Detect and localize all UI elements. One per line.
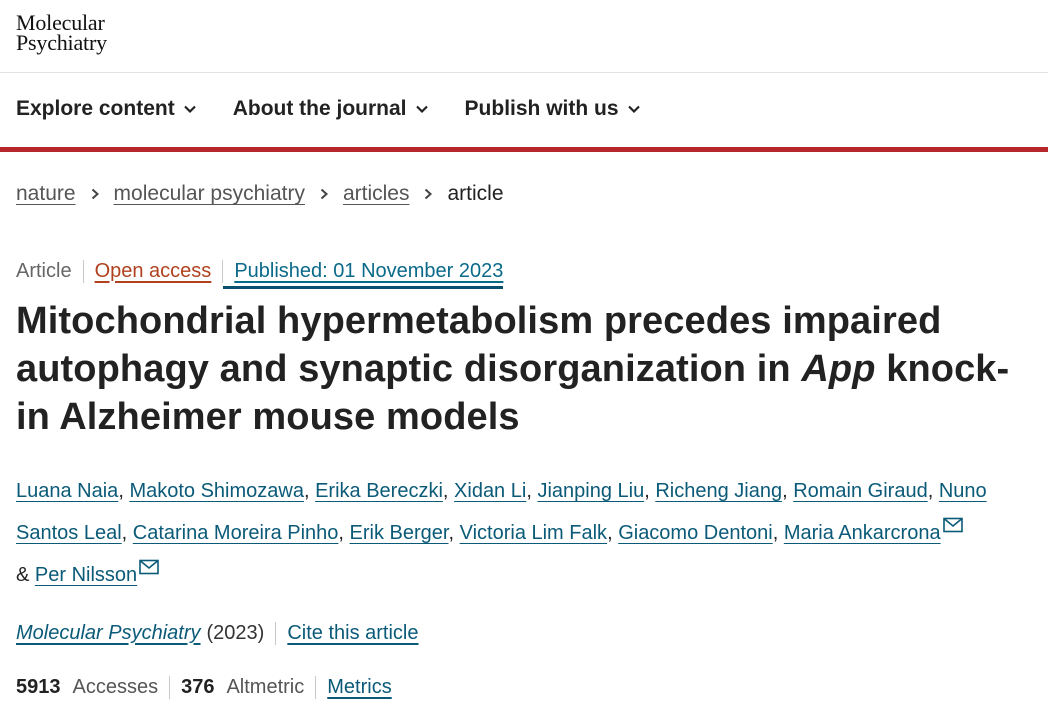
breadcrumb-current: article bbox=[447, 182, 504, 205]
logo-line-2: Psychiatry bbox=[16, 30, 107, 55]
altmetric-count: 376 bbox=[181, 675, 215, 698]
accesses-metric: 5913 Accesses bbox=[16, 675, 171, 699]
chevron-right-icon bbox=[425, 188, 433, 200]
breadcrumb-molecular-psychiatry[interactable]: molecular psychiatry bbox=[114, 182, 305, 206]
author-link[interactable]: Xidan Li bbox=[454, 480, 526, 502]
published-date-label: Published: 01 November 2023 bbox=[234, 259, 504, 282]
author-link[interactable]: Jianping Liu bbox=[537, 480, 644, 502]
nav-publish-with-us[interactable]: Publish with us bbox=[465, 97, 641, 121]
author-link[interactable]: Maria Ankarcrona bbox=[784, 522, 941, 544]
author-link[interactable]: Makoto Shimozawa bbox=[129, 480, 304, 502]
accesses-count: 5913 bbox=[16, 675, 61, 698]
article-type: Article bbox=[16, 259, 84, 283]
journal-info: Molecular Psychiatry (2023) Cite this ar… bbox=[16, 618, 418, 648]
breadcrumb-articles[interactable]: articles bbox=[343, 182, 410, 206]
author-link[interactable]: Romain Giraud bbox=[793, 480, 928, 502]
journal-logo[interactable]: Molecular Psychiatry bbox=[16, 12, 107, 55]
chevron-down-icon bbox=[415, 105, 428, 114]
author-link[interactable]: Erik Berger bbox=[350, 522, 449, 544]
author-link[interactable]: Victoria Lim Falk bbox=[460, 522, 607, 544]
nav-explore-content-label: Explore content bbox=[16, 97, 175, 120]
author-link[interactable]: Catarina Moreira Pinho bbox=[133, 522, 339, 544]
author-link[interactable]: Luana Naia bbox=[16, 480, 118, 502]
authors-joiner: & bbox=[16, 564, 30, 586]
main-nav: Explore content About the journal Publis… bbox=[16, 97, 677, 121]
altmetric-label: Altmetric bbox=[226, 675, 305, 698]
published-date-link[interactable]: Published: 01 November 2023 bbox=[223, 259, 504, 289]
chevron-right-icon bbox=[91, 188, 99, 200]
metrics-link[interactable]: Metrics bbox=[327, 676, 391, 699]
nav-about-journal-label: About the journal bbox=[232, 97, 407, 120]
article-metrics: 5913 Accesses 376 Altmetric Metrics bbox=[16, 672, 392, 702]
chevron-down-icon bbox=[183, 105, 196, 114]
accesses-label: Accesses bbox=[72, 675, 159, 698]
journal-name-link[interactable]: Molecular Psychiatry bbox=[16, 622, 201, 645]
title-gene-name: App bbox=[801, 348, 876, 390]
accent-rule bbox=[0, 147, 1048, 152]
article-title: Mitochondrial hypermetabolism precedes i… bbox=[16, 297, 1026, 441]
published-underline-bar bbox=[223, 285, 504, 289]
nav-about-journal[interactable]: About the journal bbox=[233, 97, 429, 121]
journal-year: (2023) bbox=[207, 621, 277, 645]
article-meta: Article Open access Published: 01 Novemb… bbox=[16, 256, 504, 289]
author-link[interactable]: Erika Bereczki bbox=[315, 480, 443, 502]
email-icon[interactable] bbox=[942, 517, 963, 533]
author-link[interactable]: Per Nilsson bbox=[35, 564, 137, 586]
header-divider bbox=[0, 72, 1048, 73]
author-link[interactable]: Richeng Jiang bbox=[655, 480, 782, 502]
breadcrumb: nature molecular psychiatry articles art… bbox=[16, 182, 504, 206]
breadcrumb-nature[interactable]: nature bbox=[16, 182, 76, 206]
chevron-down-icon bbox=[627, 105, 640, 114]
email-icon[interactable] bbox=[139, 559, 159, 575]
nav-publish-with-us-label: Publish with us bbox=[464, 97, 619, 120]
cite-article-link[interactable]: Cite this article bbox=[287, 622, 418, 645]
chevron-right-icon bbox=[320, 188, 328, 200]
altmetric-metric: 376 Altmetric bbox=[170, 675, 317, 699]
author-link[interactable]: Giacomo Dentoni bbox=[618, 522, 773, 544]
nav-explore-content[interactable]: Explore content bbox=[16, 97, 197, 121]
author-list: Luana Naia, Makoto Shimozawa, Erika Bere… bbox=[16, 480, 987, 586]
open-access-link[interactable]: Open access bbox=[84, 259, 224, 283]
